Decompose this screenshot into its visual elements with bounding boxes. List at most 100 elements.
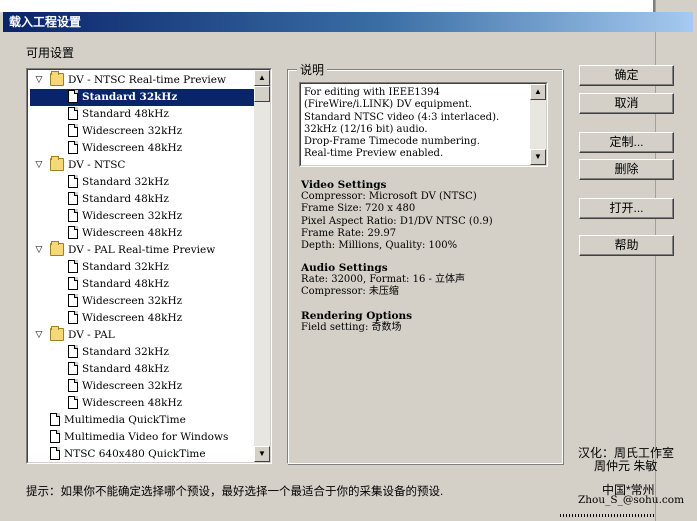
ok-button[interactable]: 确定 <box>579 65 674 86</box>
tree-item[interactable]: Standard 32kHz <box>30 89 254 106</box>
scroll-thumb[interactable] <box>254 86 270 102</box>
tree-folder[interactable]: ▽ DV - PAL Real-time Preview <box>30 240 254 259</box>
desktop-background <box>0 0 697 12</box>
tree-item[interactable]: Widescreen 32kHz <box>30 208 254 225</box>
document-icon <box>68 106 78 120</box>
description-scrollbar[interactable]: ▲ ▼ <box>530 84 546 165</box>
desc-scroll-down-arrow-icon[interactable]: ▼ <box>530 149 546 165</box>
document-icon <box>68 361 78 375</box>
tree-item-label: Standard 48kHz <box>82 278 169 290</box>
folder-icon <box>50 70 64 86</box>
help-button[interactable]: 帮助 <box>579 235 674 256</box>
document-icon <box>68 174 78 188</box>
document-icon <box>68 293 78 307</box>
available-presets-label: 可用设置 <box>26 46 75 60</box>
document-icon <box>68 344 78 358</box>
video-settings-section: Video Settings Compressor: Microsoft DV … <box>301 179 493 252</box>
folder-icon <box>50 240 64 256</box>
tree-item[interactable]: Widescreen 32kHz <box>30 378 254 395</box>
video-setting-line: Frame Size: 720 x 480 <box>301 203 416 215</box>
expand-toggle-icon[interactable]: ▽ <box>32 327 46 344</box>
tree-folder[interactable]: ▽ DV - NTSC <box>30 155 254 174</box>
credit-email: Zhou_S_@sohu.com <box>578 494 685 506</box>
tree-item[interactable]: Standard 32kHz <box>30 344 254 361</box>
document-icon <box>68 378 78 392</box>
tree-item-label: Widescreen 32kHz <box>82 125 183 137</box>
tree-folder[interactable]: ▽ DV - PAL <box>30 325 254 344</box>
audio-setting-line: Rate: 32000, Format: 16 - 立体声 <box>301 274 466 286</box>
open-button[interactable]: 打开... <box>579 198 674 219</box>
document-icon <box>68 310 78 324</box>
tree-item-label: Standard 48kHz <box>82 363 169 375</box>
tree-item-label: Standard 32kHz <box>82 346 169 358</box>
document-icon <box>68 395 78 409</box>
document-icon <box>68 89 78 103</box>
tree-item-label: Standard 48kHz <box>82 193 169 205</box>
tree-item-label: DV - PAL <box>68 329 115 341</box>
document-icon <box>68 259 78 273</box>
tree-item-label: Standard 48kHz <box>82 108 169 120</box>
title-bar[interactable]: 载入工程设置 <box>3 12 693 32</box>
tree-item[interactable]: Widescreen 48kHz <box>30 140 254 157</box>
document-icon <box>50 412 60 426</box>
cancel-button[interactable]: 取消 <box>579 93 674 114</box>
tree-item[interactable]: NTSC 640x480 QuickTime <box>30 446 254 462</box>
custom-button[interactable]: 定制... <box>579 132 674 153</box>
tree-item-label: DV - PAL Real-time Preview <box>68 244 216 256</box>
description-textbox[interactable]: For editing with IEEE1394 (FireWire/i.LI… <box>299 82 548 167</box>
tree-item[interactable]: Standard 32kHz <box>30 174 254 191</box>
tree-item[interactable]: Widescreen 48kHz <box>30 395 254 412</box>
tree-item[interactable]: Multimedia QuickTime <box>30 412 254 429</box>
hint-text: 提示：如果你不能确定选择哪个预设，最好选择一个最适合于你的采集设备的预设. <box>26 486 444 498</box>
document-icon <box>68 225 78 239</box>
tree-item-label: DV - NTSC <box>68 159 126 171</box>
tree-item-label: Widescreen 48kHz <box>82 397 183 409</box>
tree-item-label: Widescreen 48kHz <box>82 227 183 239</box>
document-icon <box>68 208 78 222</box>
tree-item[interactable]: Standard 48kHz <box>30 191 254 208</box>
delete-button[interactable]: 删除 <box>579 159 674 180</box>
tree-item[interactable]: Standard 48kHz <box>30 361 254 378</box>
tree-item-label: Standard 32kHz <box>82 91 178 103</box>
tree-item-label: Widescreen 32kHz <box>82 210 183 222</box>
document-icon <box>68 140 78 154</box>
tree-item[interactable]: Multimedia Video for Windows <box>30 429 254 446</box>
tree-item[interactable]: Widescreen 32kHz <box>30 293 254 310</box>
tree-item-label: Widescreen 48kHz <box>82 312 183 324</box>
tree-folder[interactable]: ▽ DV - NTSC Real-time Preview <box>30 70 254 89</box>
audio-settings-heading: Audio Settings <box>301 262 388 274</box>
rendering-options-section: Rendering Options Field setting: 奇数场 <box>301 310 412 334</box>
expand-toggle-icon[interactable]: ▽ <box>32 242 46 259</box>
description-text: For editing with IEEE1394 (FireWire/i.LI… <box>304 87 500 160</box>
tree-item-label: Multimedia Video for Windows <box>64 431 229 443</box>
tree-item[interactable]: Standard 32kHz <box>30 259 254 276</box>
tree-item[interactable]: Widescreen 48kHz <box>30 310 254 327</box>
resize-grip <box>560 514 655 517</box>
presets-tree-list: ▽ DV - NTSC Real-time Preview Standard 32k… <box>30 70 254 462</box>
window-title: 载入工程设置 <box>9 15 82 29</box>
tree-item[interactable]: Widescreen 48kHz <box>30 225 254 242</box>
video-setting-line: Pixel Aspect Ratio: D1/DV NTSC (0.9) <box>301 215 493 227</box>
document-icon <box>50 429 60 443</box>
folder-icon <box>50 155 64 171</box>
tree-item[interactable]: Standard 48kHz <box>30 276 254 293</box>
scroll-up-arrow-icon[interactable]: ▲ <box>254 70 270 86</box>
video-setting-line: Compressor: Microsoft DV (NTSC) <box>301 191 477 203</box>
document-icon <box>68 191 78 205</box>
audio-settings-section: Audio Settings Rate: 32000, Format: 16 -… <box>301 262 465 299</box>
presets-tree-scrollbar[interactable]: ▲ ▼ <box>254 70 270 462</box>
tree-item[interactable]: Standard 48kHz <box>30 106 254 123</box>
credit-names: 周仲元 朱敏 <box>594 459 658 473</box>
presets-tree[interactable]: ▽ DV - NTSC Real-time Preview Standard 32k… <box>26 68 272 464</box>
scroll-down-arrow-icon[interactable]: ▼ <box>254 446 270 462</box>
tree-item-label: Multimedia QuickTime <box>64 414 186 426</box>
video-setting-line: Frame Rate: 29.97 <box>301 227 397 239</box>
folder-icon <box>50 325 64 341</box>
document-icon <box>68 276 78 290</box>
tree-item-label: Widescreen 32kHz <box>82 380 183 392</box>
expand-toggle-icon[interactable]: ▽ <box>32 72 46 89</box>
expand-toggle-icon[interactable]: ▽ <box>32 157 46 174</box>
tree-item[interactable]: Widescreen 32kHz <box>30 123 254 140</box>
rendering-option-line: Field setting: 奇数场 <box>301 322 402 334</box>
desc-scroll-up-arrow-icon[interactable]: ▲ <box>530 84 546 100</box>
